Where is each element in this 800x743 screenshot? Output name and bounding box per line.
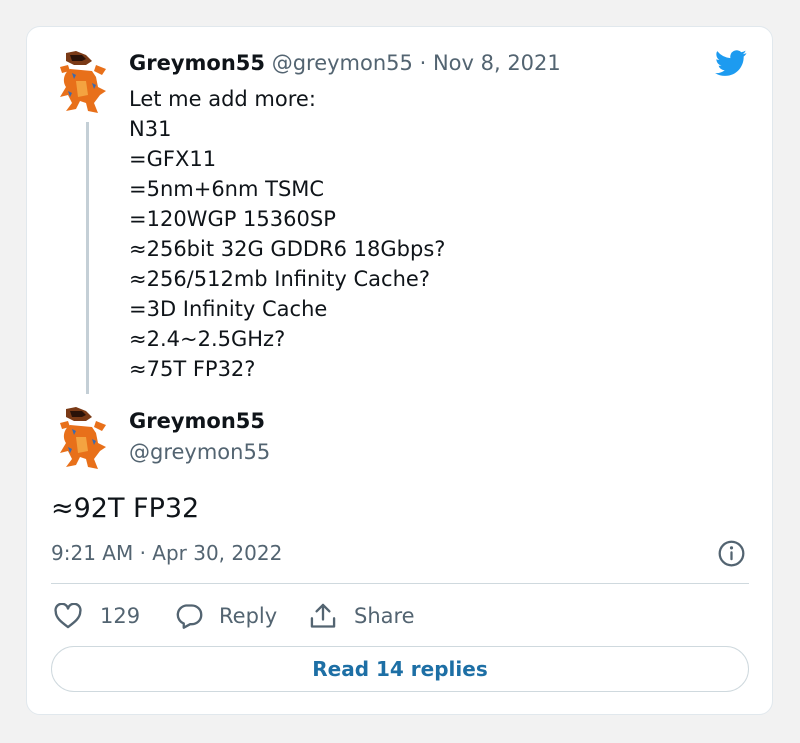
- author-name[interactable]: Greymon55: [129, 409, 265, 433]
- like-button[interactable]: 129: [54, 600, 140, 632]
- reply-label: Reply: [219, 604, 278, 628]
- thread-connector-line: [86, 122, 89, 394]
- quoted-text-line: =120WGP 15360SP: [129, 207, 336, 231]
- quoted-author-handle[interactable]: @greymon55: [272, 51, 413, 75]
- quoted-text-line: ≈256bit 32G GDDR6 18Gbps?: [129, 237, 446, 261]
- like-count: 129: [100, 604, 141, 628]
- quoted-text-line: ≈256/512mb Infinity Cache?: [129, 267, 430, 291]
- share-label: Share: [354, 604, 415, 628]
- divider: [51, 583, 749, 584]
- quoted-text-line: =3D Infinity Cache: [129, 297, 328, 321]
- heart-icon: [54, 603, 82, 629]
- avatar[interactable]: [52, 47, 110, 115]
- share-button[interactable]: Share: [309, 600, 415, 632]
- quoted-text-line: Let me add more:: [129, 87, 316, 111]
- quoted-text-line: ≈2.4~2.5GHz?: [129, 327, 286, 351]
- reply-button[interactable]: Reply: [175, 600, 277, 632]
- quoted-author-name[interactable]: Greymon55: [129, 51, 265, 75]
- quoted-tweet-header: Greymon55 @greymon55 · Nov 8, 2021: [129, 51, 561, 75]
- avatar[interactable]: [52, 403, 110, 471]
- read-replies-button[interactable]: Read 14 replies: [51, 646, 749, 692]
- quoted-text-line: =5nm+6nm TSMC: [129, 177, 325, 201]
- quoted-tweet-date[interactable]: Nov 8, 2021: [433, 51, 561, 75]
- quoted-tweet-text: Let me add more: N31 =GFX11 =5nm+6nm TSM…: [129, 84, 445, 384]
- quoted-text-line: N31: [129, 117, 172, 141]
- twitter-bird-icon[interactable]: [713, 47, 749, 79]
- header-separator: ·: [419, 51, 427, 75]
- info-circle-icon[interactable]: [718, 540, 745, 567]
- share-upload-icon: [310, 603, 336, 628]
- quoted-text-line: =GFX11: [129, 147, 217, 171]
- speech-bubble-icon: [176, 604, 203, 629]
- tweet-text: ≈92T FP32: [51, 493, 200, 524]
- author-handle[interactable]: @greymon55: [129, 440, 270, 464]
- tweet-timestamp[interactable]: 9:21 AM · Apr 30, 2022: [51, 541, 282, 565]
- quoted-text-line: ≈75T FP32?: [129, 357, 256, 381]
